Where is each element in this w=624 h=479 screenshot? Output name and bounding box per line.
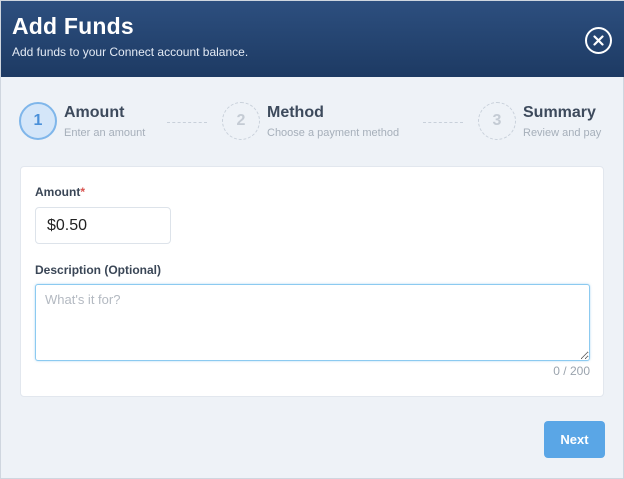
step-title: Summary xyxy=(523,104,596,121)
add-funds-dialog: Add Funds Add funds to your Connect acco… xyxy=(0,0,624,479)
step-number: 3 xyxy=(478,102,516,140)
amount-input[interactable] xyxy=(35,207,171,244)
close-icon xyxy=(593,35,604,46)
step-number: 2 xyxy=(222,102,260,140)
step-subtitle: Choose a payment method xyxy=(267,127,400,139)
step-connector xyxy=(423,122,463,123)
step-subtitle: Enter an amount xyxy=(64,127,146,139)
amount-label-text: Amount xyxy=(35,185,81,199)
step-title: Method xyxy=(267,104,324,121)
form-card: Amount* Description (Optional) 0 / 200 xyxy=(20,166,604,397)
required-marker: * xyxy=(80,185,85,199)
dialog-header: Add Funds Add funds to your Connect acco… xyxy=(1,1,624,77)
next-button[interactable]: Next xyxy=(544,421,605,458)
dialog-subtitle: Add funds to your Connect account balanc… xyxy=(12,45,249,59)
amount-label: Amount* xyxy=(35,185,85,199)
description-input[interactable] xyxy=(35,284,590,361)
description-label: Description (Optional) xyxy=(35,263,161,277)
char-counter: 0 / 200 xyxy=(553,364,590,378)
dialog-title: Add Funds xyxy=(12,13,134,39)
step-connector xyxy=(167,122,207,123)
step-subtitle: Review and pay xyxy=(523,127,602,139)
step-title: Amount xyxy=(64,104,125,121)
close-button[interactable] xyxy=(585,27,612,54)
step-number: 1 xyxy=(19,102,57,140)
